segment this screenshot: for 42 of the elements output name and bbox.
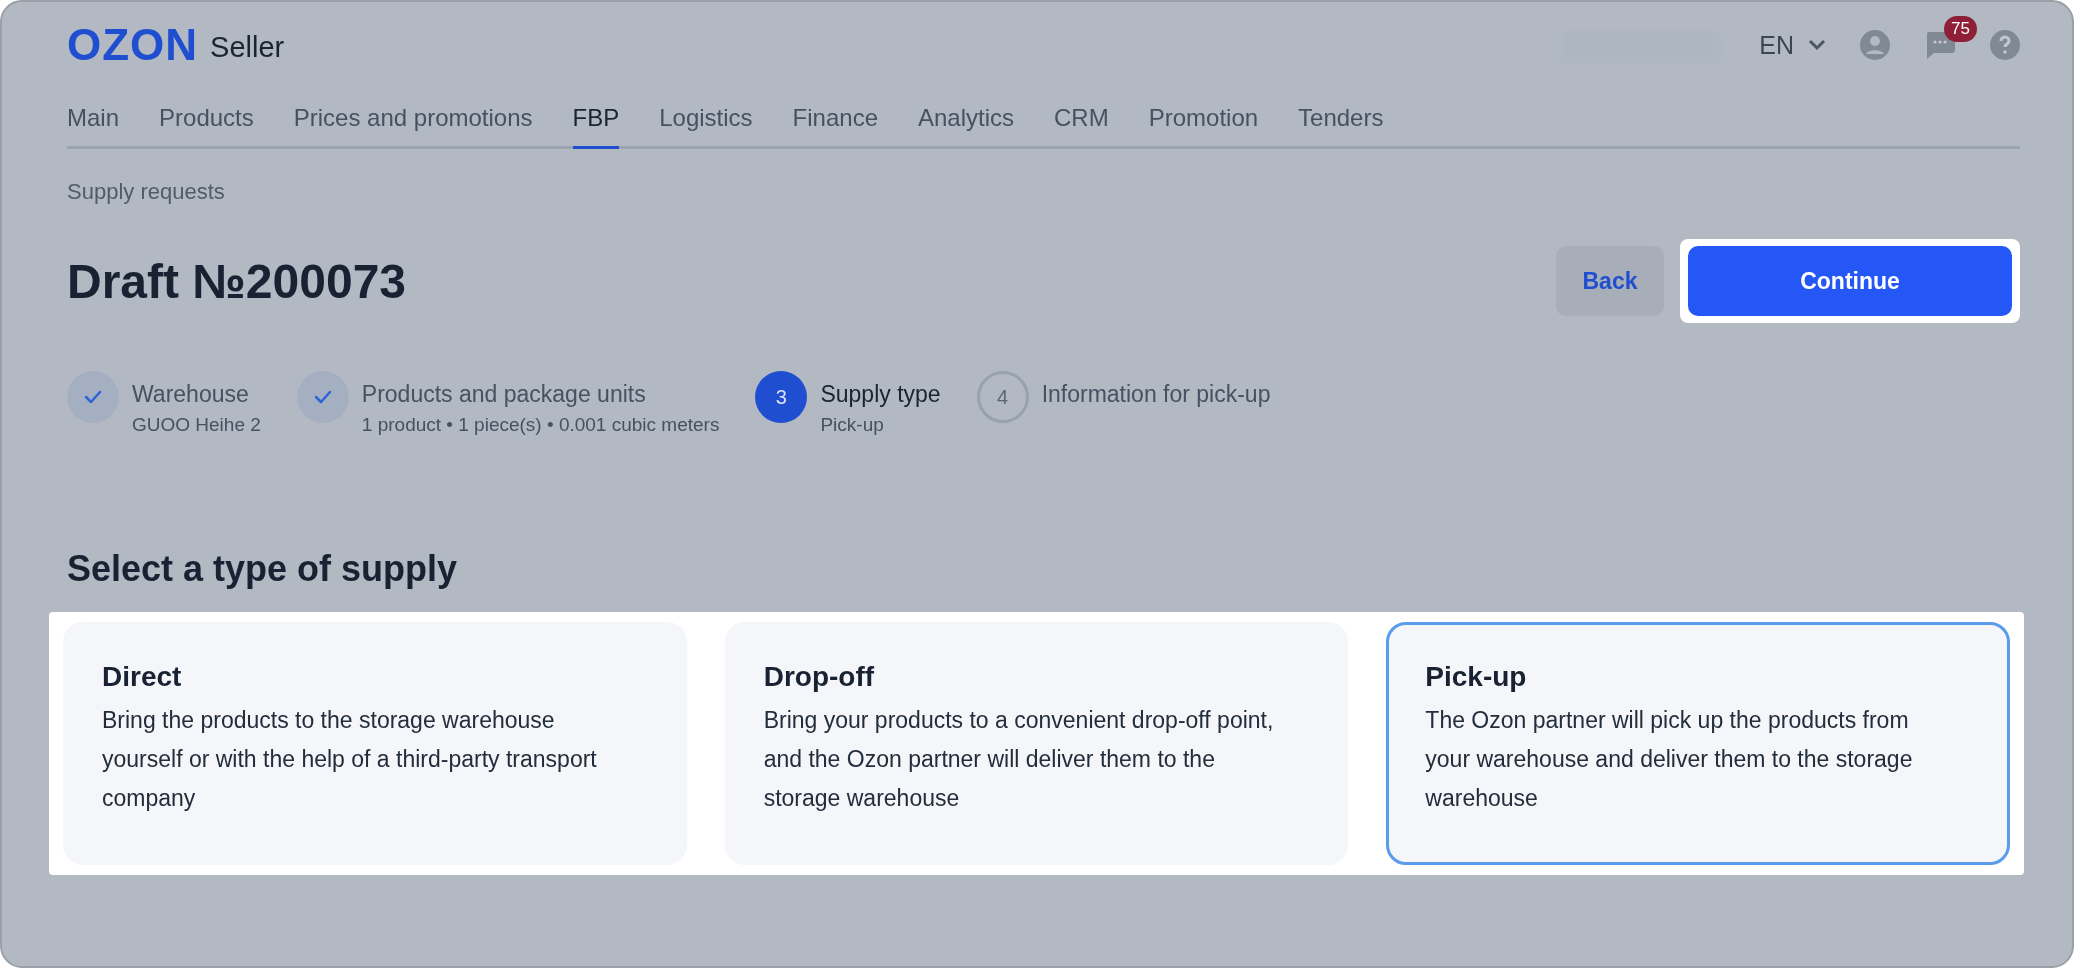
card-title: Direct [102, 661, 183, 693]
step-indicator: 4 [976, 371, 1029, 423]
nav-tab[interactable]: Analytics [918, 104, 1015, 149]
nav-tab[interactable]: Finance [792, 104, 878, 149]
card-title: Drop-off [763, 661, 876, 693]
logo[interactable]: OZON [67, 20, 199, 70]
breadcrumb-link[interactable]: Supply requests [67, 179, 225, 205]
supply-type-card[interactable]: Direct Bring the products to the storage warehouse yourself or with the help of a third-party transport company [63, 622, 687, 865]
check-icon [313, 390, 332, 404]
supply-type-card[interactable]: Pick-up The Ozon partner will pick up the products from your warehouse and deliver them to the storage warehouse [1386, 622, 2010, 865]
continue-button[interactable]: Continue [1688, 246, 2012, 316]
step-subtitle: 1 product • 1 piece(s) • 0.001 cubic meters [361, 414, 720, 436]
nav-tab[interactable]: Main [67, 104, 120, 149]
step-title: Information for pick-up [1041, 381, 1271, 408]
logo-suffix: Seller [210, 30, 285, 64]
card-description: Bring your products to a convenient drop-off point, and the Ozon partner will deliver them to the storage warehouse [763, 706, 1275, 813]
nav-tab[interactable]: Tenders [1298, 104, 1384, 149]
chevron-down-icon [1808, 39, 1826, 51]
step-subtitle: Pick-up [820, 414, 884, 436]
step-indicator: 3 [755, 371, 808, 423]
back-button[interactable]: Back [1556, 246, 1664, 316]
nav-tab[interactable]: CRM [1054, 104, 1109, 149]
nav-tab[interactable]: Promotion [1148, 104, 1259, 149]
card-title: Pick-up [1425, 661, 1528, 693]
nav-tab[interactable]: Logistics [659, 104, 753, 149]
card-description: Bring the products to the storage warehouse yourself or with the help of a third-party transport company [102, 706, 598, 813]
nav-tab[interactable]: Prices and promotions [293, 104, 533, 149]
step-title: Warehouse [132, 381, 249, 408]
notification-badge: 75 [1944, 16, 1977, 42]
nav-tab[interactable]: Products [159, 104, 254, 149]
step-title: Supply type [820, 381, 941, 408]
page-title: Draft №200073 [67, 253, 407, 309]
user-icon[interactable] [1860, 30, 1890, 60]
step-subtitle: GUOO Heihe 2 [132, 414, 261, 436]
card-description: The Ozon partner will pick up the products from your warehouse and deliver them to the storage warehouse [1425, 706, 1914, 813]
language-select[interactable]: EN [1759, 30, 1826, 60]
nav-tab[interactable]: FBP [572, 104, 620, 149]
section-title: Select a type of supply [67, 548, 459, 590]
check-icon [84, 390, 102, 404]
supply-type-card[interactable]: Drop-off Bring your products to a convenient drop-off point, and the Ozon partner will deliver them to the storage warehouse [724, 622, 1349, 865]
help-icon[interactable] [1990, 30, 2020, 60]
step-title: Products and package units [361, 381, 646, 408]
